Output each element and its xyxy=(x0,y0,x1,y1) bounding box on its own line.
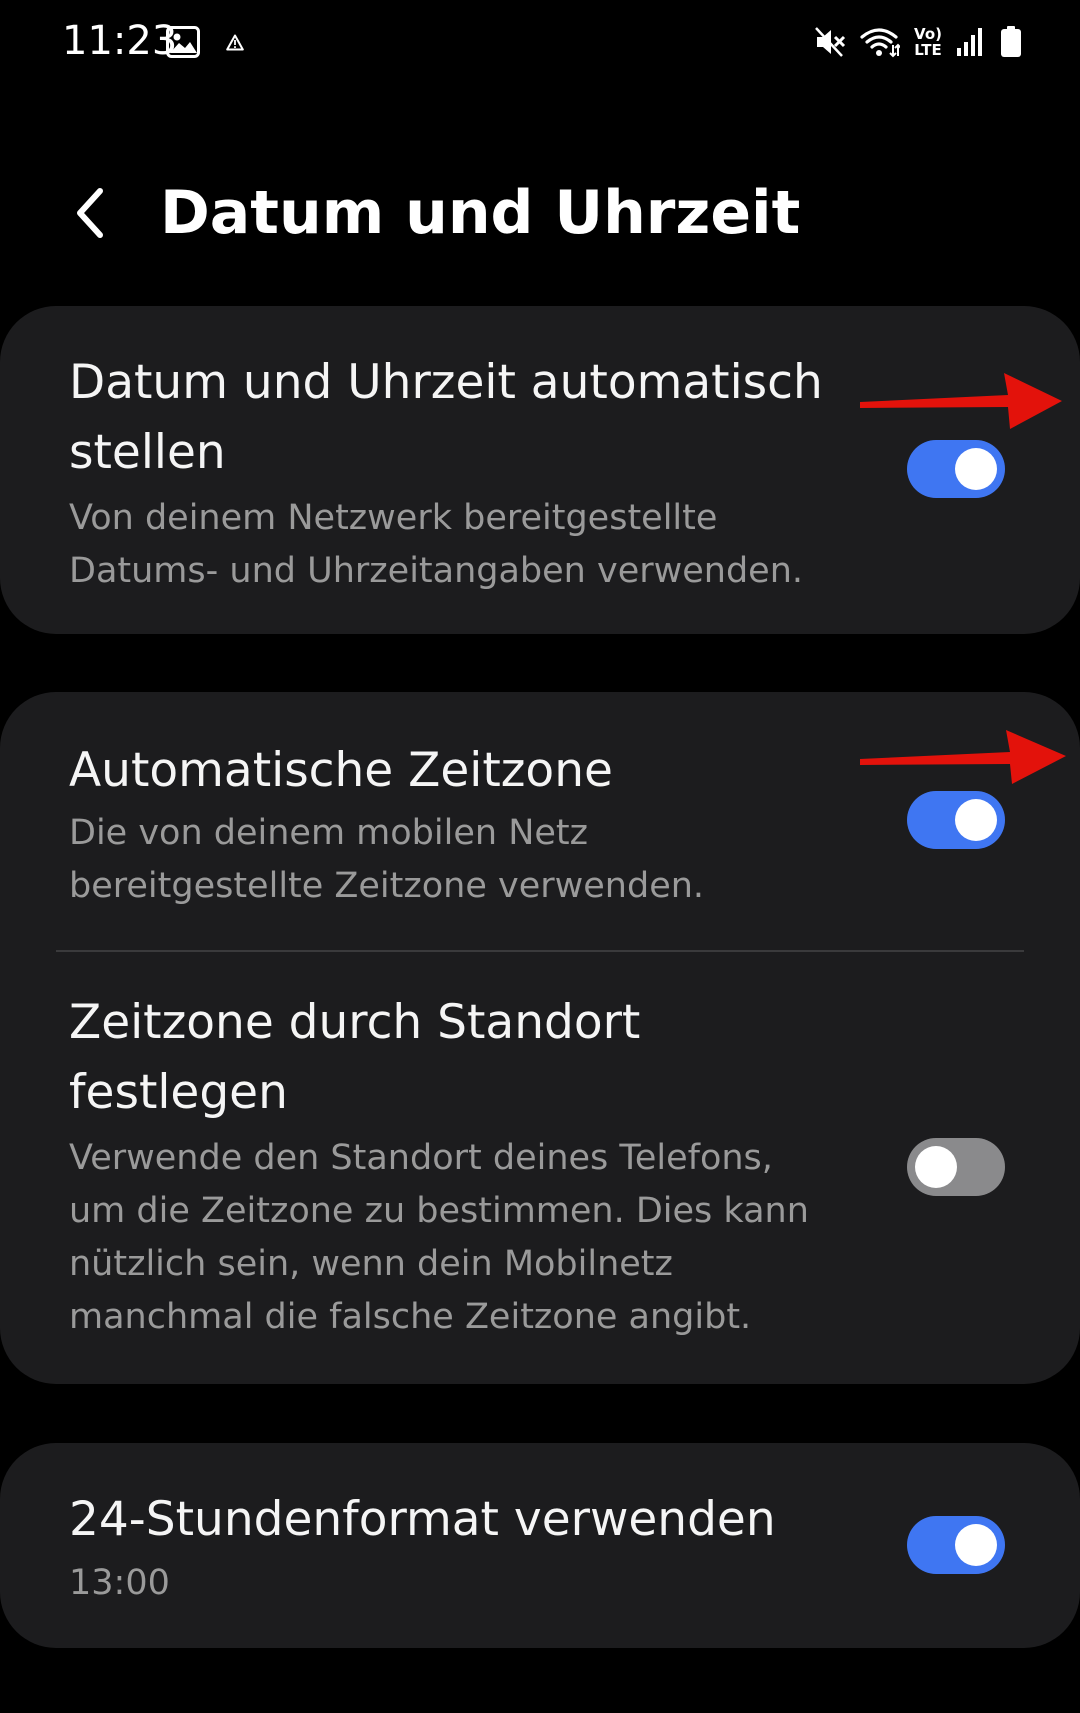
switch-thumb xyxy=(955,799,997,841)
warning-icon xyxy=(226,34,244,51)
setting-timezone-location-description: Verwende den Standort deines Telefons, u… xyxy=(69,1138,809,1337)
app-header: Datum und Uhrzeit xyxy=(0,150,1080,280)
setting-timezone-location[interactable]: Zeitzone durch Standort festlegen Verwen… xyxy=(0,952,1080,1384)
setting-timezone-location-title: Zeitzone durch Standort festlegen xyxy=(69,995,641,1120)
chevron-left-icon xyxy=(77,188,103,238)
switch-thumb xyxy=(955,1524,997,1566)
mute-icon xyxy=(814,26,846,58)
signal-icon xyxy=(956,27,986,57)
status-time: 11:23 xyxy=(62,18,178,64)
back-button[interactable] xyxy=(60,178,120,248)
status-right-icons: Vo) LTE xyxy=(814,20,1022,64)
switch-auto-datetime[interactable] xyxy=(907,440,1005,498)
wifi-icon xyxy=(860,26,901,58)
status-left-icons xyxy=(166,22,244,62)
card-24h-format: 24-Stundenformat verwenden 13:00 xyxy=(0,1443,1080,1648)
card-auto-datetime: Datum und Uhrzeit automatisch stellen Vo… xyxy=(0,306,1080,634)
setting-24h-format-title: 24-Stundenformat verwenden xyxy=(69,1492,776,1547)
setting-24h-format-value: 13:00 xyxy=(69,1563,170,1603)
switch-auto-timezone[interactable] xyxy=(907,791,1005,849)
switch-thumb xyxy=(915,1146,957,1188)
switch-timezone-location[interactable] xyxy=(907,1138,1005,1196)
annotation-arrow-auto-datetime xyxy=(860,373,1062,429)
volte-bottom-label: LTE xyxy=(914,41,942,59)
gallery-icon xyxy=(166,26,200,58)
switch-thumb xyxy=(955,448,997,490)
setting-auto-datetime[interactable]: Datum und Uhrzeit automatisch stellen Vo… xyxy=(0,306,1080,634)
setting-auto-timezone-title: Automatische Zeitzone xyxy=(69,743,613,798)
status-bar: 11:23 Vo) LTE xyxy=(0,0,1080,86)
setting-24h-format[interactable]: 24-Stundenformat verwenden 13:00 xyxy=(0,1443,1080,1648)
switch-24h-format[interactable] xyxy=(907,1516,1005,1574)
setting-auto-datetime-title: Datum und Uhrzeit automatisch stellen xyxy=(69,355,823,480)
page-title: Datum und Uhrzeit xyxy=(160,178,801,248)
battery-icon xyxy=(1000,26,1022,58)
setting-auto-timezone-description: Die von deinem mobilen Netz bereitgestel… xyxy=(69,813,705,906)
setting-auto-datetime-description: Von deinem Netzwerk bereitgestellte Datu… xyxy=(69,498,804,591)
volte-top-label: Vo) xyxy=(914,25,942,43)
card-timezone: Automatische Zeitzone Die von deinem mob… xyxy=(0,692,1080,1384)
volte-icon: Vo) LTE xyxy=(914,26,942,58)
annotation-arrow-auto-timezone xyxy=(860,730,1066,784)
